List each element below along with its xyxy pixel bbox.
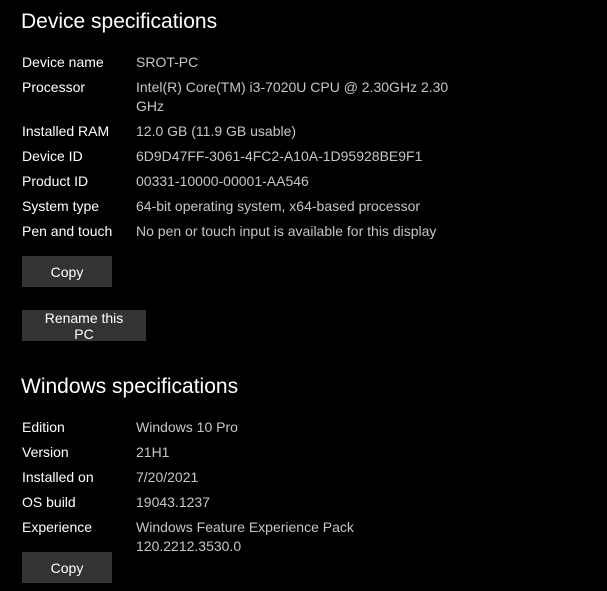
pen-and-touch-value: No pen or touch input is available for t… bbox=[136, 223, 437, 239]
processor-value: Intel(R) Core(TM) i3-7020U CPU @ 2.30GHz… bbox=[136, 79, 449, 114]
installed-on-label: Installed on bbox=[22, 469, 94, 485]
version-label: Version bbox=[22, 444, 69, 460]
installed-on-value: 7/20/2021 bbox=[136, 469, 199, 485]
edition-value: Windows 10 Pro bbox=[136, 419, 238, 435]
installed-ram-label: Installed RAM bbox=[22, 123, 110, 139]
device-id-label: Device ID bbox=[22, 148, 83, 164]
windows-specs-copy-button[interactable]: Copy bbox=[22, 552, 112, 583]
product-id-value: 00331-10000-00001-AA546 bbox=[136, 173, 309, 189]
device-name-label: Device name bbox=[22, 54, 104, 70]
installed-ram-value: 12.0 GB (11.9 GB usable) bbox=[136, 123, 297, 139]
product-id-label: Product ID bbox=[22, 173, 89, 189]
pen-and-touch-label: Pen and touch bbox=[22, 223, 113, 239]
os-build-label: OS build bbox=[22, 494, 76, 510]
experience-value: Windows Feature Experience Pack 120.2212… bbox=[136, 519, 354, 554]
os-build-value: 19043.1237 bbox=[136, 494, 210, 510]
processor-label: Processor bbox=[22, 79, 86, 95]
device-id-value: 6D9D47FF-3061-4FC2-A10A-1D95928BE9F1 bbox=[136, 148, 423, 164]
device-specs-copy-button[interactable]: Copy bbox=[22, 256, 112, 287]
rename-pc-button[interactable]: Rename this PC bbox=[22, 310, 146, 342]
edition-label: Edition bbox=[22, 419, 65, 435]
windows-specifications-heading: Windows specifications bbox=[21, 375, 239, 398]
device-specifications-heading: Device specifications bbox=[21, 10, 218, 33]
system-type-label: System type bbox=[22, 198, 100, 214]
system-type-value: 64-bit operating system, x64-based proce… bbox=[136, 198, 421, 214]
experience-label: Experience bbox=[22, 519, 93, 535]
device-name-value: SROT-PC bbox=[136, 54, 199, 70]
version-value: 21H1 bbox=[136, 444, 170, 460]
